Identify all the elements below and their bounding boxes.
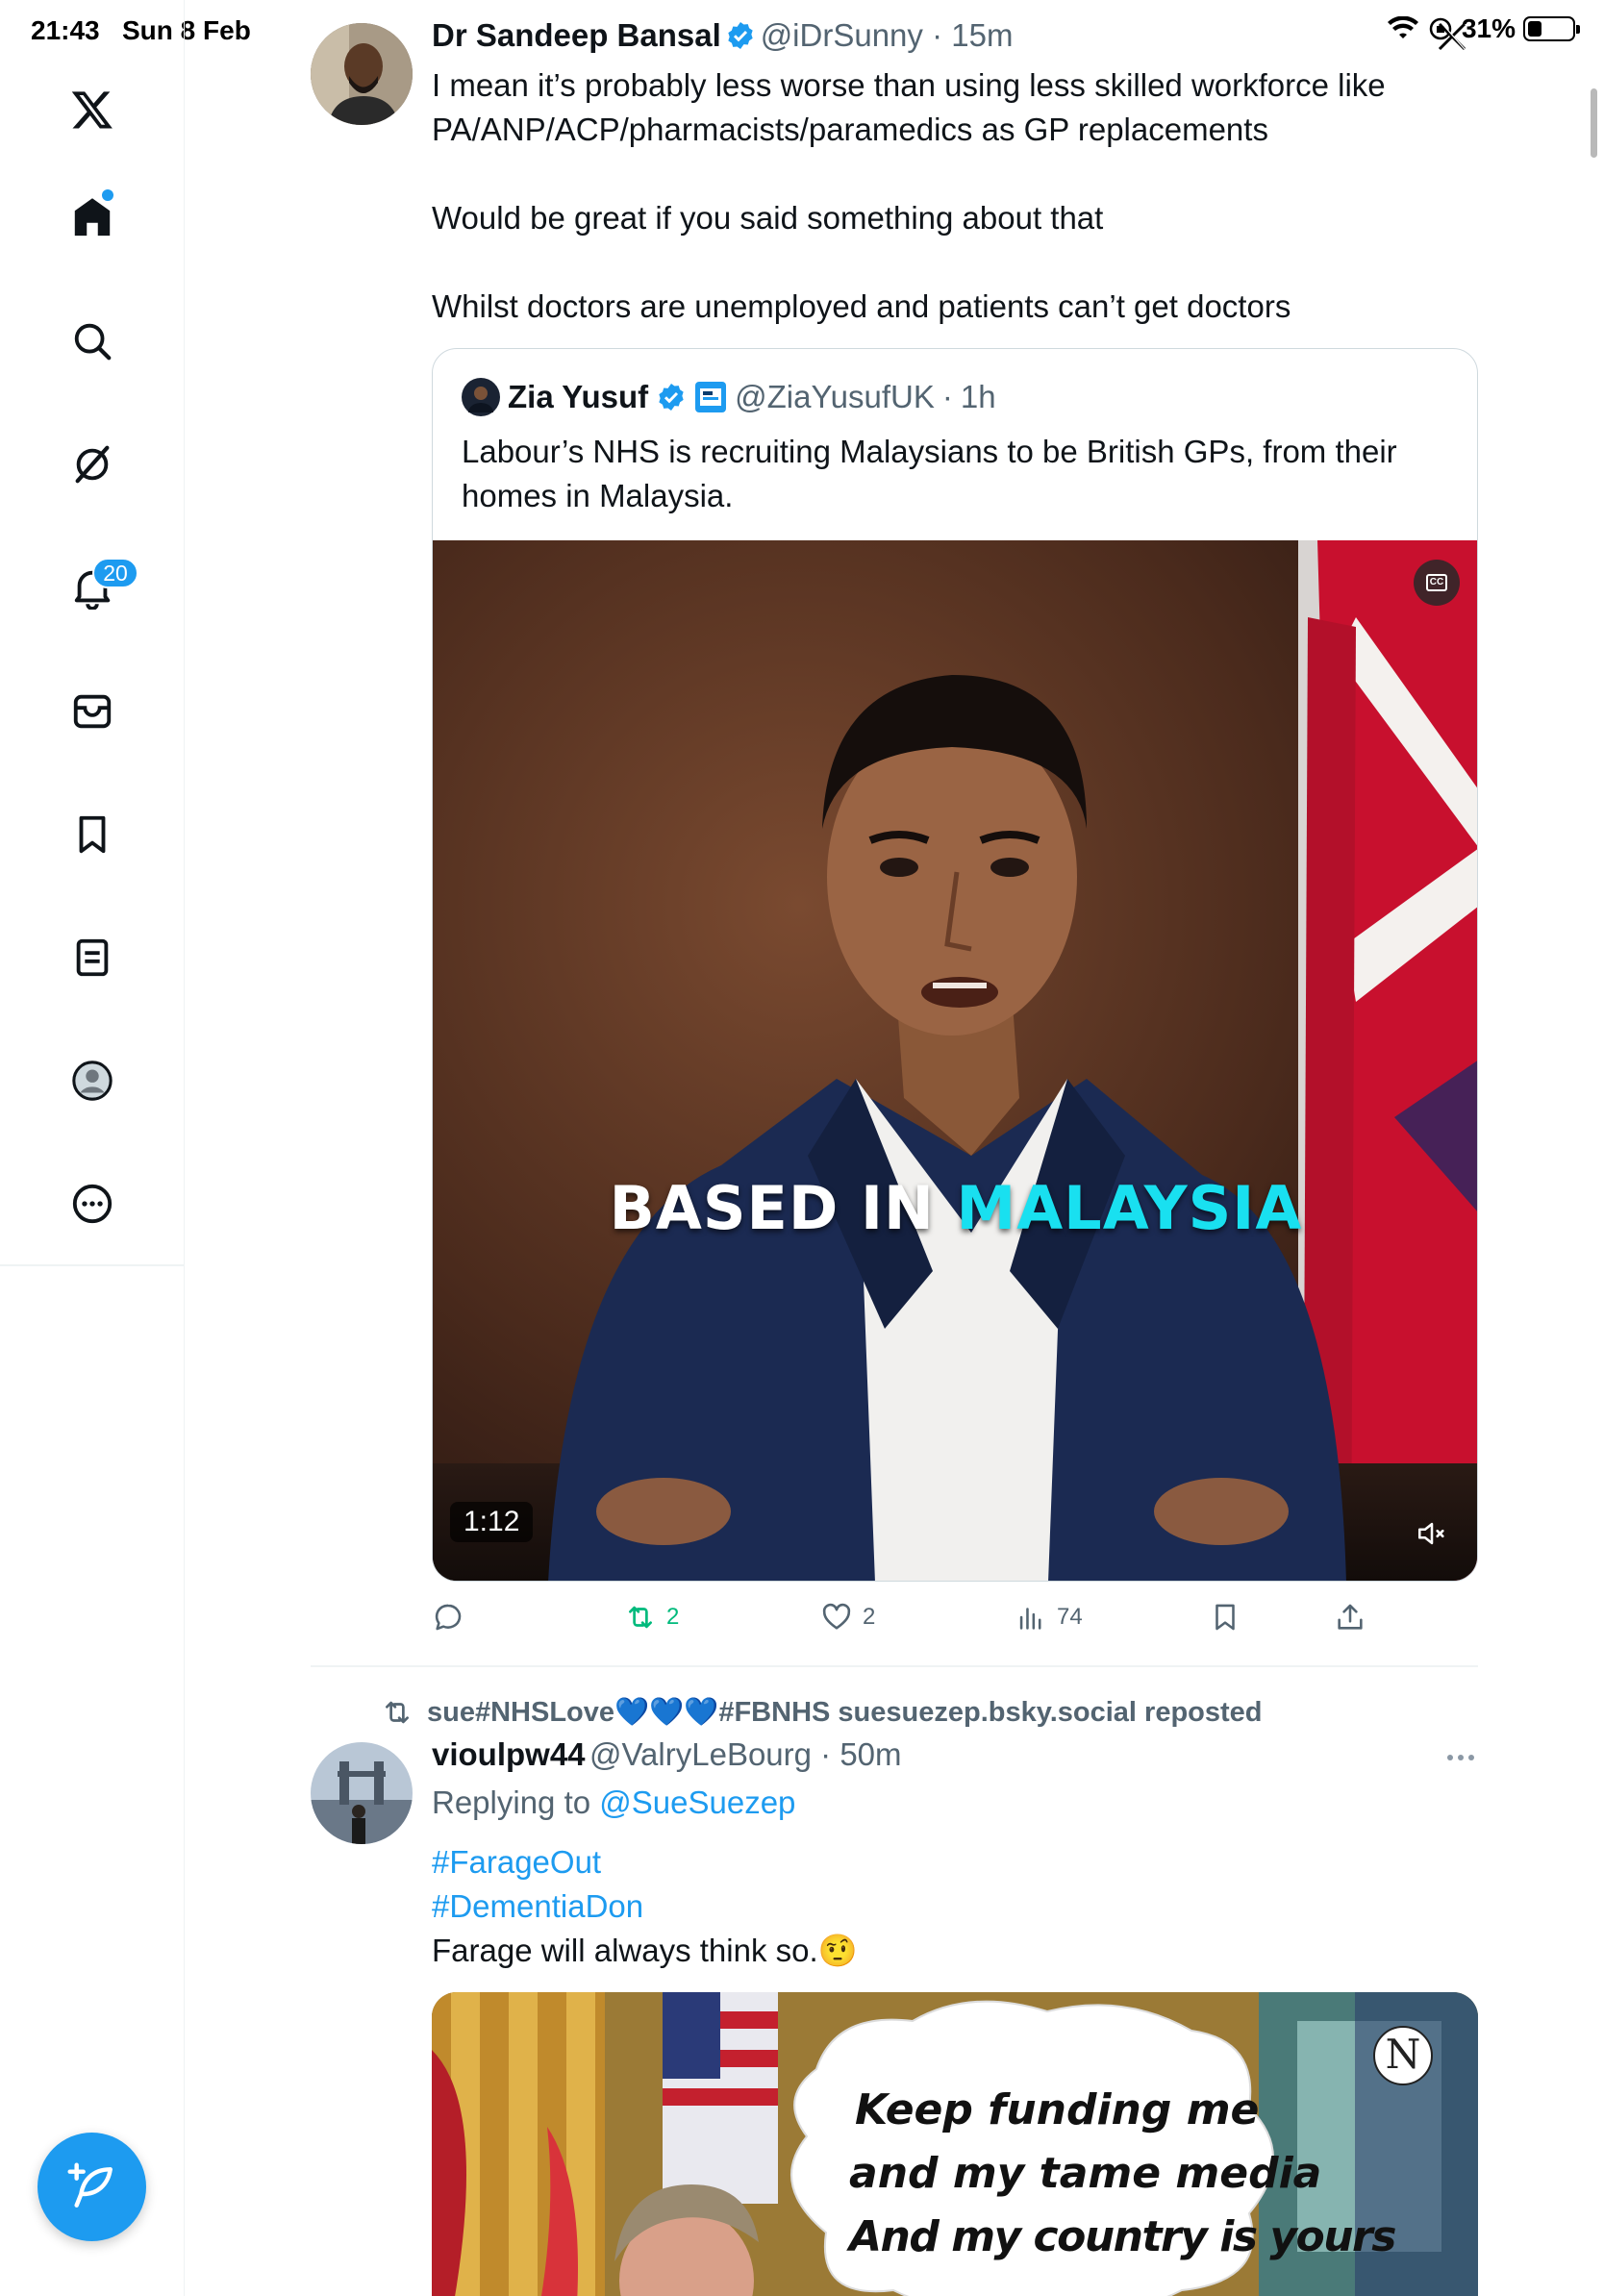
heart-icon: [822, 1603, 851, 1630]
image-text-line: Keep funding me: [855, 2085, 1260, 2134]
meta-dot: ·: [922, 17, 952, 53]
tweet-time[interactable]: 50m: [840, 1736, 901, 1772]
image-speech-bubble: Keep funding me and my tame media And my…: [849, 2079, 1396, 2269]
verified-badge-icon: [728, 22, 753, 49]
profile-icon[interactable]: [63, 1052, 121, 1110]
home-unread-dot: [102, 189, 113, 201]
author-name[interactable]: Dr Sandeep Bansal: [432, 17, 721, 53]
more-icon[interactable]: [63, 1175, 121, 1233]
close-icon[interactable]: [1437, 21, 1467, 52]
replying-prefix: Replying to: [432, 1784, 600, 1820]
tweet-image[interactable]: Keep funding me and my tame media And my…: [432, 1992, 1478, 2296]
reply-icon: [435, 1604, 462, 1631]
avatar[interactable]: [311, 23, 413, 125]
video-duration: 1:12: [450, 1502, 534, 1542]
bookmark-icon: [1216, 1604, 1235, 1631]
repost-count: 2: [666, 1604, 680, 1630]
tweet-header: Dr Sandeep Bansal @iDrSunny · 15m: [432, 17, 1013, 54]
quote-author-name: Zia Yusuf: [508, 379, 649, 414]
image-text-line: And my country is yours: [849, 2212, 1396, 2261]
repost-icon: [629, 1606, 652, 1629]
affiliate-badge-icon: [695, 382, 727, 412]
notifications-badge: 20: [92, 558, 138, 588]
replying-to: Replying to @SueSuezep: [432, 1784, 795, 1821]
share-icon: [1338, 1604, 1363, 1630]
sidebar-divider: [0, 1264, 185, 1266]
author-name[interactable]: vioulpw44: [432, 1736, 586, 1772]
like-count: 2: [863, 1604, 876, 1630]
bookmarks-icon[interactable]: [63, 806, 121, 863]
sidebar: 20: [0, 0, 185, 2296]
author-handle[interactable]: @ValryLeBourg: [589, 1736, 812, 1772]
repost-context: sue#NHSLove💙💙💙#FBNHS suesuezep.bsky.soci…: [381, 1696, 1263, 1729]
image-text-line: and my tame media: [849, 2149, 1322, 2198]
battery-level: [1528, 21, 1541, 37]
meta-dot: ·: [812, 1736, 840, 1772]
image-logo: N: [1385, 2031, 1421, 2078]
like-button[interactable]: 2: [820, 1601, 875, 1634]
quote-author-handle: @ZiaYusufUK: [735, 379, 935, 414]
reply-button[interactable]: [432, 1601, 464, 1634]
video-frame: [433, 540, 1477, 1581]
tweet-body-text: Farage will always think so.🤨: [432, 1933, 858, 1968]
search-icon[interactable]: [63, 312, 121, 370]
bookmark-button[interactable]: [1209, 1601, 1241, 1634]
mute-icon[interactable]: [1416, 1517, 1448, 1550]
battery-percent: 31%: [1461, 13, 1516, 43]
video-caption: BASED IN MALAYSIA: [433, 1173, 1477, 1243]
status-right: 31%: [1387, 13, 1580, 44]
battery-icon: [1523, 16, 1580, 41]
meta-dot: ·: [941, 379, 953, 414]
tweet-text: #FarageOut #DementiaDon Farage will alwa…: [432, 1840, 858, 1973]
x-logo-icon[interactable]: [63, 81, 121, 138]
compose-feather-icon: [66, 2161, 113, 2208]
cc-label: CC: [1425, 574, 1448, 591]
repost-context-text[interactable]: sue#NHSLove💙💙💙#FBNHS suesuezep.bsky.soci…: [427, 1696, 1263, 1729]
video-player[interactable]: BASED IN MALAYSIA CC 1:12: [433, 540, 1477, 1581]
caption-white: BASED IN: [609, 1173, 957, 1243]
quote-avatar: [462, 378, 500, 416]
messages-icon[interactable]: [63, 683, 121, 740]
quote-time: 1h: [960, 379, 996, 414]
tweet-actions: 2 2 74: [432, 1601, 1393, 1639]
quote-header: Zia Yusuf @ZiaYusufUK · 1h: [462, 378, 996, 416]
verified-badge-icon: [659, 384, 684, 411]
tweet-text: I mean it’s probably less worse than usi…: [432, 67, 1386, 324]
repost-button[interactable]: 2: [624, 1601, 679, 1634]
hashtag-link[interactable]: #FarageOut: [432, 1840, 858, 1884]
scrollbar[interactable]: [1591, 88, 1597, 158]
views-button[interactable]: 74: [1015, 1601, 1083, 1634]
tweet-time[interactable]: 15m: [951, 17, 1013, 53]
wifi-icon: [1387, 16, 1418, 38]
cc-button[interactable]: CC: [1414, 560, 1460, 606]
hashtag-link[interactable]: #DementiaDon: [432, 1884, 858, 1929]
avatar[interactable]: [311, 1742, 413, 1844]
quote-text: Labour’s NHS is recruiting Malaysians to…: [462, 434, 1397, 513]
more-options-icon[interactable]: [1444, 1746, 1477, 1769]
replying-handle-link[interactable]: @SueSuezep: [599, 1784, 795, 1820]
tweet-divider: [311, 1665, 1478, 1667]
caption-cyan: MALAYSIA: [956, 1173, 1303, 1243]
tweet-header: vioulpw44 @ValryLeBourg · 50m: [432, 1736, 902, 1773]
repost-icon: [386, 1701, 409, 1724]
lists-icon[interactable]: [63, 929, 121, 986]
author-handle[interactable]: @iDrSunny: [761, 17, 923, 53]
share-button[interactable]: [1334, 1601, 1366, 1634]
view-count: 74: [1057, 1604, 1083, 1630]
grok-icon[interactable]: [63, 436, 121, 493]
views-icon: [1019, 1608, 1041, 1630]
compose-button[interactable]: [38, 2133, 146, 2241]
quoted-tweet[interactable]: Zia Yusuf @ZiaYusufUK · 1h Labour’s NHS is…: [432, 348, 1478, 1582]
